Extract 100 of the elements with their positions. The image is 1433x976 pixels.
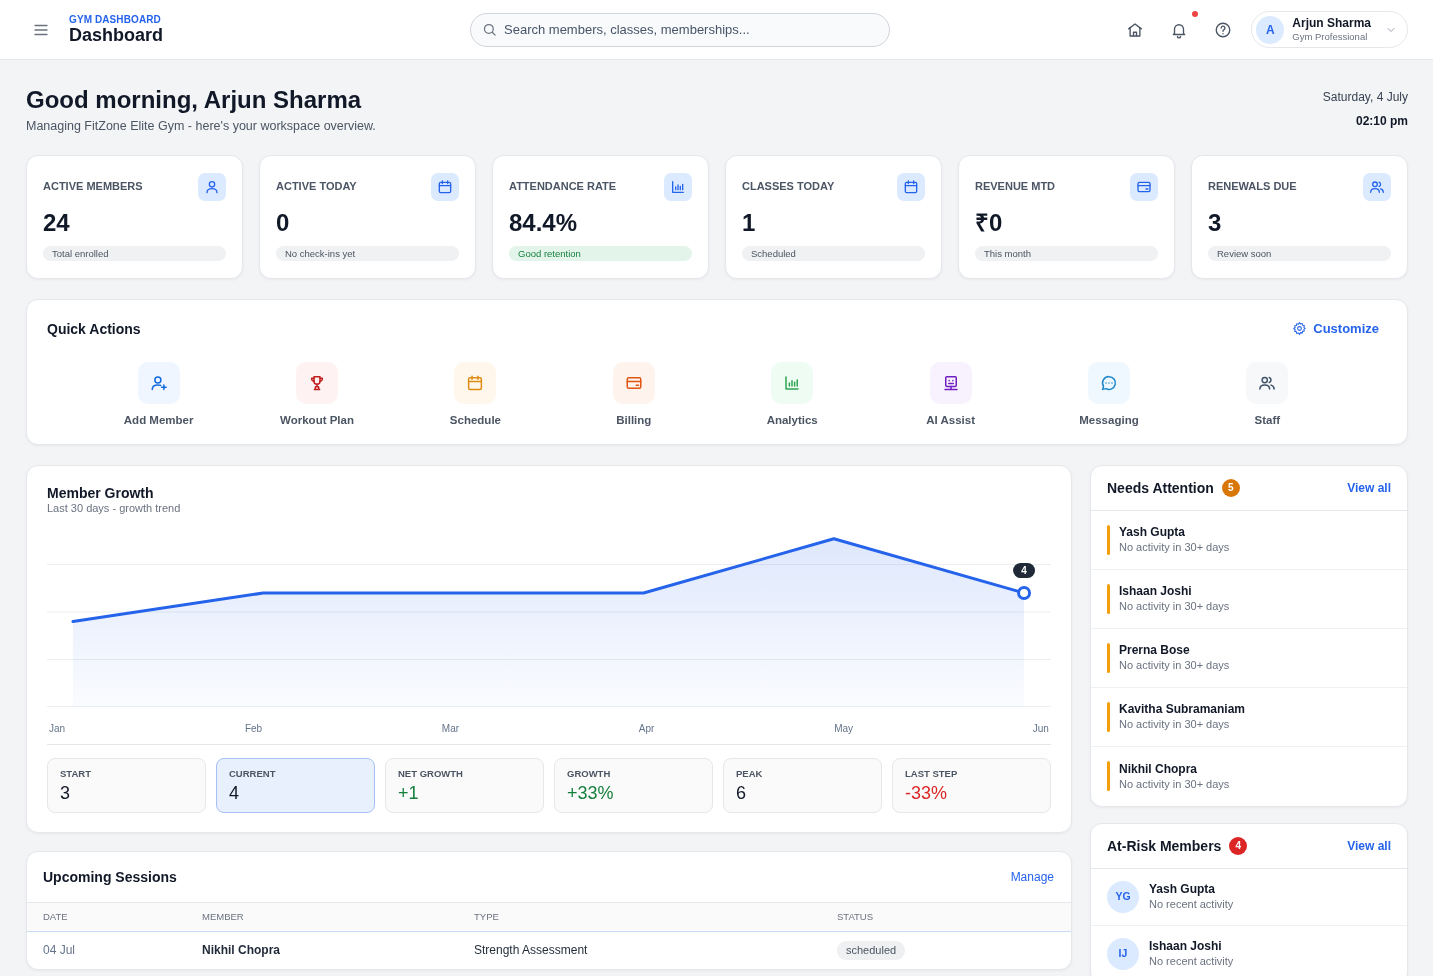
quick-action-button[interactable]: Analytics <box>766 361 818 427</box>
tile-value: +1 <box>398 781 420 804</box>
stat-note: Total enrolled <box>43 245 226 261</box>
stat-label: ATTENDANCE RATE <box>509 179 617 195</box>
member-name: Ishaan Joshi <box>1149 939 1223 955</box>
member-name: Kavitha Subramaniam <box>1119 702 1246 718</box>
member-name: Nikhil Chopra <box>1119 761 1198 777</box>
stat-label: RENEWALS DUE <box>1208 179 1297 195</box>
help-icon <box>1214 20 1233 39</box>
stat-label: ACTIVE MEMBERS <box>43 179 143 195</box>
quick-action-button[interactable]: Billing <box>612 361 655 427</box>
stat-label: ACTIVE TODAY <box>276 179 357 195</box>
column-header: DATE <box>27 902 186 932</box>
table-cell: Strength Assessment <box>458 931 821 969</box>
alert-bar-icon <box>1107 642 1110 673</box>
tile-value: -33% <box>905 781 949 804</box>
member-detail: No activity in 30+ days <box>1119 717 1231 732</box>
users-icon <box>1363 172 1391 201</box>
current-time: 02:10 pm <box>1354 113 1408 130</box>
stat-value: 24 <box>43 208 71 237</box>
greeting-title: Good morning, Arjun Sharma <box>26 86 363 115</box>
member-name: Yash Gupta <box>1149 882 1217 898</box>
user-menu-button[interactable]: A Arjun Sharma Gym Professional <box>1251 11 1408 48</box>
user-avatar: A <box>1256 15 1285 44</box>
quick-action-button[interactable]: Messaging <box>1079 361 1139 427</box>
tile-label: CURRENT <box>229 767 277 780</box>
alert-bar-icon <box>1107 761 1110 792</box>
table-cell: Nikhil Chopra <box>186 931 458 969</box>
user-name: Arjun Sharma <box>1292 16 1371 32</box>
quick-action-button[interactable]: AI Assist <box>926 361 975 427</box>
member-detail: No activity in 30+ days <box>1119 540 1230 555</box>
count-badge: 5 <box>1221 478 1240 497</box>
stat-label: CLASSES TODAY <box>742 179 835 195</box>
axis-label: Feb <box>244 722 263 735</box>
tile-value: +33% <box>567 781 615 804</box>
tile-value: 3 <box>60 781 71 804</box>
user-role: Gym Professional <box>1292 31 1369 43</box>
value-label: 4 <box>1013 562 1036 578</box>
stat-note: Good retention <box>509 245 692 261</box>
stat-note: Review soon <box>1208 245 1391 261</box>
count-badge: 4 <box>1229 836 1248 855</box>
greeting-subtitle: Managing FitZone Elite Gym - here's your workspace overview. <box>26 117 376 135</box>
axis-label: Jun <box>1032 722 1049 735</box>
manage-link[interactable]: Manage <box>1010 867 1054 886</box>
brand-label: GYM DASHBOARD <box>69 13 162 26</box>
quick-action-button[interactable]: Staff <box>1246 361 1289 427</box>
alert-bar-icon <box>1107 701 1110 732</box>
stat-note: Scheduled <box>742 245 925 261</box>
member-detail: No recent activity <box>1149 897 1234 912</box>
section-title: Quick Actions <box>47 319 141 339</box>
section-title: Needs Attention <box>1107 478 1214 498</box>
stat-value: ₹0 <box>975 208 1004 237</box>
member-name: Prerna Bose <box>1119 643 1191 659</box>
table-cell: 04 Jul <box>27 931 186 969</box>
axis-label: Mar <box>441 722 460 735</box>
stat-note: This month <box>975 245 1158 261</box>
section-title: At-Risk Members <box>1107 836 1222 856</box>
user-icon <box>198 172 226 201</box>
member-avatar: YG <box>1107 880 1139 913</box>
member-detail: No activity in 30+ days <box>1119 599 1230 614</box>
bar-chart-icon <box>664 172 692 201</box>
search-icon <box>482 22 497 37</box>
alert-bar-icon <box>1107 583 1110 614</box>
stat-note: No check-ins yet <box>276 245 459 261</box>
stat-label: REVENUE MTD <box>975 179 1056 195</box>
member-avatar: IJ <box>1107 937 1139 970</box>
column-header: STATUS <box>821 902 1071 932</box>
view-all-link[interactable]: View all <box>1347 836 1391 855</box>
section-subtitle: Last 30 days - growth trend <box>47 501 182 515</box>
member-detail: No recent activity <box>1149 954 1234 969</box>
quick-action-button[interactable]: Workout Plan <box>280 361 354 427</box>
axis-label: Jan <box>49 722 66 735</box>
current-date: Saturday, 4 July <box>1322 89 1408 106</box>
calendar-icon <box>431 172 459 201</box>
stat-value: 3 <box>1208 208 1223 237</box>
section-title: Member Growth <box>47 483 155 502</box>
search-field[interactable]: Search members, classes, memberships... <box>470 12 890 47</box>
tile-label: PEAK <box>736 767 764 780</box>
column-header: MEMBER <box>186 902 458 932</box>
tile-label: LAST STEP <box>905 767 959 780</box>
credit-card-icon <box>1130 172 1158 201</box>
gear-icon <box>1292 321 1308 337</box>
calendar-icon <box>897 172 925 201</box>
member-detail: No activity in 30+ days <box>1119 658 1230 673</box>
quick-action-button[interactable]: Add Member <box>123 361 194 427</box>
view-all-link[interactable]: View all <box>1347 478 1391 497</box>
alert-bar-icon <box>1107 524 1110 555</box>
tile-label: NET GROWTH <box>398 767 464 780</box>
quick-action-button[interactable]: Schedule <box>449 361 501 427</box>
section-title: Upcoming Sessions <box>43 867 177 887</box>
customize-link[interactable]: Customize <box>1292 318 1379 339</box>
stat-value: 0 <box>276 208 291 237</box>
tile-label: GROWTH <box>567 767 612 780</box>
status-tag: scheduled <box>837 941 906 960</box>
member-name: Yash Gupta <box>1119 525 1187 541</box>
tile-value: 6 <box>736 781 747 804</box>
member-detail: No activity in 30+ days <box>1119 776 1230 791</box>
page-title: Dashboard <box>69 25 165 46</box>
axis-label: Apr <box>638 722 655 735</box>
tile-value: 4 <box>229 781 240 804</box>
